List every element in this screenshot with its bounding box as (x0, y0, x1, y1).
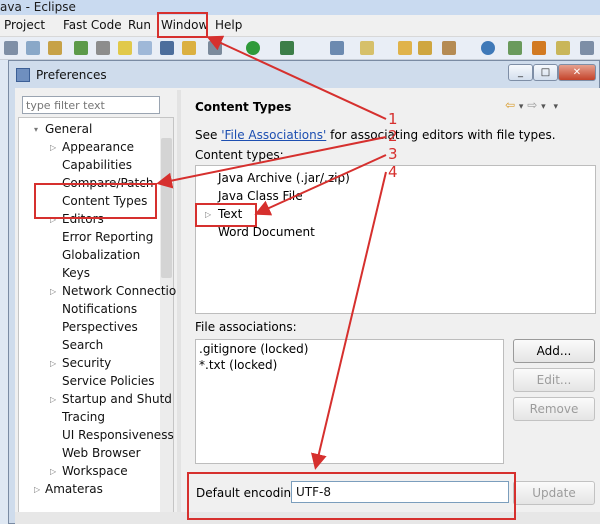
arrow-2 (156, 136, 387, 189)
annotation-arrows (156, 35, 387, 470)
arrow-4 (310, 171, 387, 470)
arrow-1 (206, 35, 387, 120)
arrow-3 (254, 154, 387, 216)
